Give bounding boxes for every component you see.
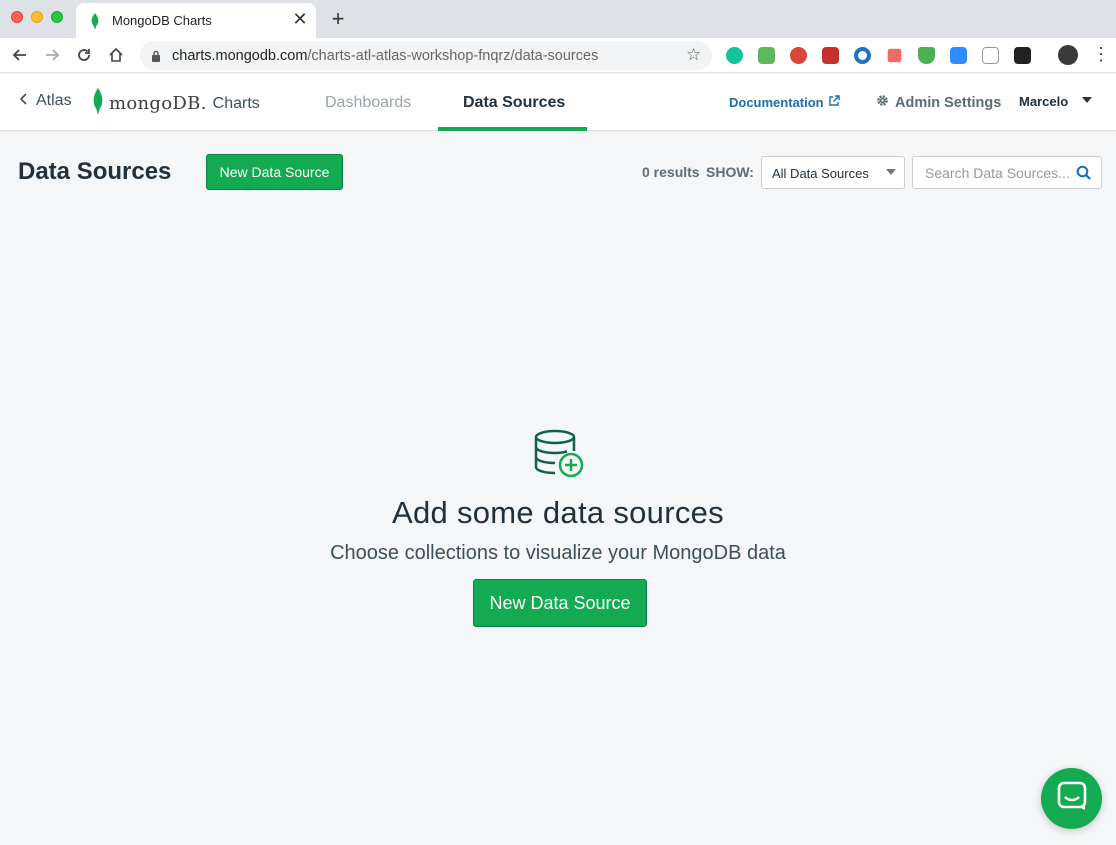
clipboard-extension-icon[interactable]	[982, 47, 999, 64]
caret-down-icon[interactable]	[1082, 97, 1092, 103]
react-extension-icon[interactable]	[1014, 47, 1031, 64]
browser-menu-icon[interactable]: ⋮	[1092, 44, 1110, 64]
new-data-source-button[interactable]: New Data Source	[206, 154, 343, 190]
mail-extension-icon[interactable]	[758, 47, 775, 64]
empty-state-title: Add some data sources	[392, 495, 724, 530]
external-link-icon	[828, 95, 840, 110]
chevron-left-icon	[19, 92, 28, 110]
caret-down-icon	[886, 169, 896, 175]
lock-icon	[151, 49, 161, 67]
tab-title: MongoDB Charts	[112, 13, 212, 28]
tab-data-sources[interactable]: Data Sources	[463, 94, 565, 112]
shield-extension-icon[interactable]	[790, 47, 807, 64]
vpn-shield-extension-icon[interactable]	[918, 47, 935, 64]
tag-extension-icon[interactable]	[887, 48, 902, 63]
window-minimize-button[interactable]	[31, 11, 43, 23]
browser-toolbar: charts.mongodb.com/charts-atl-atlas-work…	[0, 38, 1116, 107]
search-box	[912, 156, 1102, 189]
profile-avatar[interactable]	[1058, 45, 1078, 65]
logo-wordmark: mongoDB.	[109, 93, 207, 114]
gear-icon	[876, 94, 889, 111]
url-domain: charts.mongodb.com	[172, 48, 308, 64]
tab-close-icon[interactable]: ✕	[290, 9, 310, 30]
circle-extension-icon[interactable]	[854, 47, 871, 64]
reload-icon[interactable]	[73, 44, 95, 66]
back-arrow-icon[interactable]	[9, 44, 31, 66]
grammarly-extension-icon[interactable]	[726, 47, 743, 64]
bookmark-star-icon[interactable]: ☆	[686, 45, 701, 65]
mongodb-leaf-icon	[90, 13, 100, 34]
admin-settings-link[interactable]: Admin Settings	[876, 94, 1001, 111]
calendar-extension-icon[interactable]	[822, 47, 839, 64]
app-header: Atlas mongoDB. Charts Dashboards Data So…	[0, 74, 1116, 131]
page-title: Data Sources	[18, 158, 172, 185]
empty-state-new-data-source-button[interactable]: New Data Source	[473, 579, 647, 627]
search-icon[interactable]	[1076, 165, 1092, 186]
atlas-label: Atlas	[36, 92, 72, 109]
database-add-icon	[534, 429, 586, 486]
show-label: SHOW:	[706, 164, 754, 180]
home-icon[interactable]	[105, 44, 127, 66]
results-count: 0 results	[642, 164, 700, 180]
window-close-button[interactable]	[11, 11, 23, 23]
user-menu-name[interactable]: Marcelo	[1019, 94, 1068, 109]
tab-dashboards[interactable]: Dashboards	[325, 94, 411, 112]
filter-selected-value: All Data Sources	[772, 166, 869, 181]
browser-tab[interactable]: MongoDB Charts ✕	[76, 3, 316, 38]
admin-settings-label: Admin Settings	[895, 94, 1002, 111]
url-text: charts.mongodb.com/charts-atl-atlas-work…	[172, 48, 598, 64]
active-tab-indicator	[438, 127, 587, 131]
new-tab-button[interactable]: +	[328, 6, 348, 32]
data-source-filter-select[interactable]: All Data Sources	[761, 156, 905, 189]
atlas-back-link[interactable]: Atlas	[19, 92, 72, 110]
address-bar[interactable]: charts.mongodb.com/charts-atl-atlas-work…	[140, 41, 712, 70]
documentation-link[interactable]: Documentation	[729, 95, 840, 110]
logo-product: Charts	[212, 94, 260, 112]
zoom-extension-icon[interactable]	[950, 47, 967, 64]
documentation-label: Documentation	[729, 95, 824, 110]
mongodb-charts-logo[interactable]: mongoDB. Charts	[92, 88, 260, 119]
chat-bubble-icon	[1057, 781, 1087, 816]
browser-tabstrip: MongoDB Charts ✕ +	[0, 0, 1116, 38]
mongodb-leaf-icon	[92, 88, 104, 119]
search-input[interactable]	[913, 157, 1073, 188]
window-maximize-button[interactable]	[51, 11, 63, 23]
empty-state-subtitle: Choose collections to visualize your Mon…	[330, 542, 786, 564]
chat-launcher-button[interactable]	[1041, 768, 1102, 829]
forward-arrow-icon[interactable]	[41, 44, 63, 66]
url-path: /charts-atl-atlas-workshop-fnqrz/data-so…	[307, 48, 599, 64]
